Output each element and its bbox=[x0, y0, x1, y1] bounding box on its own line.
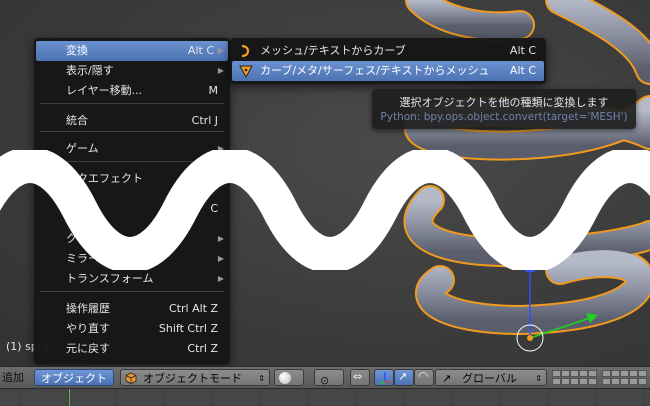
rotate-toggle[interactable]: ↗ bbox=[394, 369, 414, 386]
cube-icon bbox=[125, 372, 137, 384]
object-menu-button[interactable]: オブジェクト bbox=[34, 369, 114, 386]
timeline-tick bbox=[644, 389, 645, 406]
convert-submenu-item-curve[interactable]: メッシュ/テキストからカーブ Alt C bbox=[232, 41, 544, 61]
menu-separator bbox=[40, 103, 224, 104]
layer-button[interactable] bbox=[602, 370, 611, 377]
layer-button[interactable] bbox=[602, 378, 611, 385]
layer-button[interactable] bbox=[561, 370, 570, 377]
curve-icon bbox=[238, 43, 254, 59]
layer-button[interactable] bbox=[620, 370, 629, 377]
object-menu-item[interactable]: 操作履歴 Ctrl Alt Z bbox=[36, 299, 228, 319]
menu-item-label: 操作履歴 bbox=[66, 302, 110, 315]
layer-button[interactable] bbox=[611, 378, 620, 385]
menu-item-label: トランスフォーム bbox=[66, 272, 154, 285]
menu-item-label: 統合 bbox=[66, 114, 88, 127]
menu-item-shortcut: Alt C bbox=[187, 44, 214, 57]
timeline-tick bbox=[596, 389, 597, 406]
layer-button[interactable] bbox=[638, 378, 647, 385]
arc-icon: ◠ bbox=[418, 369, 429, 383]
timeline-tick bbox=[260, 389, 261, 406]
updown-arrow-icon: ⇕ bbox=[535, 374, 542, 383]
menu-item-label: 元に戻す bbox=[66, 342, 110, 355]
layer-button[interactable] bbox=[588, 378, 597, 385]
operator-tooltip: 選択オブジェクトを他の種類に変換します Python: bpy.ops.obje… bbox=[372, 89, 636, 129]
menu-separator bbox=[40, 291, 224, 292]
submenu-arrow-icon: ▶ bbox=[217, 274, 224, 283]
timeline-tick bbox=[164, 389, 165, 406]
object-menu-item[interactable]: 表示/隠す ▶ bbox=[36, 61, 228, 81]
menu-item-shortcut: Ctrl J bbox=[191, 114, 218, 127]
layer-button[interactable] bbox=[638, 370, 647, 377]
layer-button[interactable] bbox=[552, 370, 561, 377]
translate-axis-icon bbox=[379, 370, 391, 387]
object-menu-item[interactable]: トランスフォーム ▶ bbox=[36, 269, 228, 289]
viewport-shading-selector[interactable] bbox=[274, 369, 304, 386]
menu-item-shortcut: Ctrl Alt Z bbox=[169, 302, 218, 315]
orientation-label: グローバル bbox=[462, 372, 517, 385]
layer-button[interactable] bbox=[629, 378, 638, 385]
object-menu-item[interactable]: レイヤー移動... M bbox=[36, 81, 228, 101]
mode-label: オブジェクトモード bbox=[143, 372, 242, 385]
layer-button[interactable] bbox=[579, 370, 588, 377]
menu-item-label: レイヤー移動... bbox=[66, 84, 143, 97]
mesh-icon bbox=[238, 63, 254, 79]
timeline-tick bbox=[452, 389, 453, 406]
menu-item-label: やり直す bbox=[66, 322, 110, 335]
convert-submenu: メッシュ/テキストからカーブ Alt C カーブ/メタ/サーフェス/テキストから… bbox=[230, 38, 546, 84]
layer-button[interactable] bbox=[620, 378, 629, 385]
timeline-tick bbox=[500, 389, 501, 406]
timeline-tick bbox=[212, 389, 213, 406]
timeline-tick bbox=[308, 389, 309, 406]
timeline-tick bbox=[116, 389, 117, 406]
timeline-tick bbox=[68, 389, 69, 406]
updown-arrow-icon: ⇕ bbox=[258, 374, 265, 383]
torn-edge-wave bbox=[0, 150, 650, 270]
orientation-icon: ↗ bbox=[442, 372, 452, 385]
layer-button[interactable] bbox=[579, 378, 588, 385]
menu-item-shortcut: Ctrl Z bbox=[187, 342, 218, 355]
object-menu-item[interactable]: 統合 Ctrl J bbox=[36, 111, 228, 131]
convert-submenu-item-mesh[interactable]: カーブ/メタ/サーフェス/テキストからメッシュ Alt C bbox=[232, 61, 544, 81]
add-menu-button[interactable]: 追加 bbox=[0, 369, 24, 386]
sphere-icon bbox=[279, 372, 291, 384]
menu-item-shortcut: M bbox=[208, 84, 219, 97]
layer-button[interactable] bbox=[552, 378, 561, 385]
timeline-tick bbox=[548, 389, 549, 406]
orientation-selector[interactable]: ↗ グローバル ⇕ bbox=[435, 369, 547, 386]
layer-button[interactable] bbox=[570, 378, 579, 385]
tooltip-python: Python: bpy.ops.object.convert(target='M… bbox=[380, 111, 628, 123]
translate-toggle[interactable] bbox=[374, 369, 394, 386]
timeline-tick bbox=[20, 389, 21, 406]
object-menu-item[interactable]: やり直す Shift Ctrl Z bbox=[36, 319, 228, 339]
submenu-arrow-icon: ▶ bbox=[217, 66, 224, 75]
layer-button[interactable] bbox=[570, 370, 579, 377]
menu-separator bbox=[40, 131, 224, 132]
timeline-tick bbox=[404, 389, 405, 406]
mode-selector[interactable]: オブジェクトモード ⇕ bbox=[120, 369, 270, 386]
layer-buttons[interactable] bbox=[551, 369, 650, 386]
object-menu-item[interactable]: 変換 Alt C ▶ bbox=[36, 41, 228, 61]
layer-button[interactable] bbox=[588, 370, 597, 377]
rotate-icon: ↗ bbox=[398, 370, 408, 383]
viewport-header: 追加 オブジェクト オブジェクトモード ⇕ ⊙ ⇔ ↗ ◠ ↗ グローバル ⇕ bbox=[0, 366, 650, 389]
menu-item-shortcut: Shift Ctrl Z bbox=[158, 322, 218, 335]
pivot-point-selector[interactable]: ⊙ bbox=[314, 369, 344, 387]
menu-item-label: 表示/隠す bbox=[66, 64, 114, 77]
timeline-strip[interactable] bbox=[0, 388, 650, 406]
scale-toggle[interactable]: ◠ bbox=[414, 369, 434, 386]
object-menu-item[interactable]: 元に戻す Ctrl Z bbox=[36, 339, 228, 359]
layer-button[interactable] bbox=[561, 378, 570, 385]
manipulator-toggle[interactable]: ⇔ bbox=[350, 369, 370, 386]
menu-item-label: 変換 bbox=[66, 44, 88, 57]
pivot-icon: ⊙ bbox=[320, 374, 330, 387]
timeline-tick bbox=[356, 389, 357, 406]
arrows-icon: ⇔ bbox=[353, 370, 363, 383]
submenu-arrow-icon: ▶ bbox=[217, 46, 224, 55]
layer-button[interactable] bbox=[629, 370, 638, 377]
tooltip-description: 選択オブジェクトを他の種類に変換します bbox=[399, 96, 609, 109]
layer-button[interactable] bbox=[611, 370, 620, 377]
